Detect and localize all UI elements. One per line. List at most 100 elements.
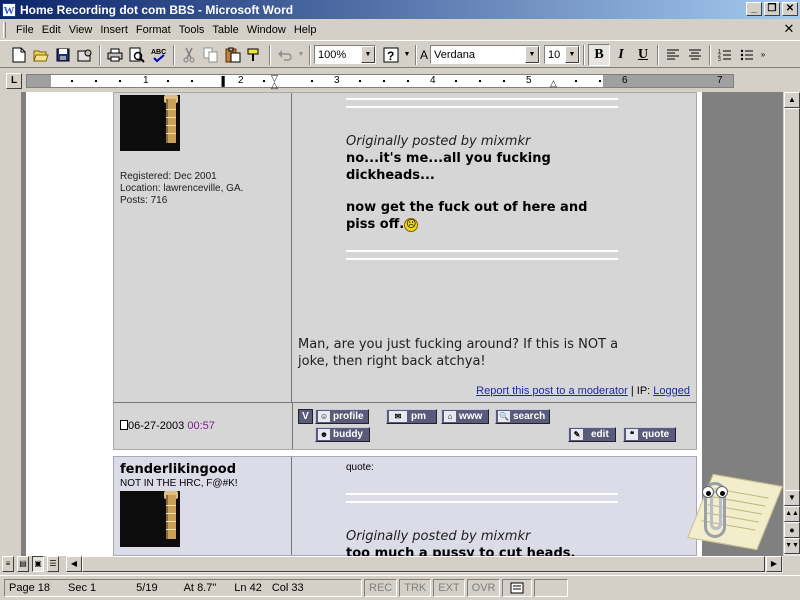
vertical-scrollbar[interactable]: ▲ ▼ ▲▲ ● ▼▼ bbox=[783, 92, 800, 556]
menu-tools[interactable]: Tools bbox=[175, 24, 209, 36]
vertical-ruler[interactable] bbox=[0, 92, 22, 556]
more-buttons-icon[interactable]: » bbox=[758, 44, 768, 66]
profile-icon: ☺ bbox=[318, 411, 330, 422]
print-preview-icon[interactable] bbox=[126, 44, 148, 66]
scroll-down-icon[interactable]: ▼ bbox=[784, 490, 800, 506]
menu-edit[interactable]: Edit bbox=[38, 24, 65, 36]
menu-grip[interactable] bbox=[3, 22, 6, 38]
numbering-icon[interactable]: 123 bbox=[714, 44, 736, 66]
scroll-thumb[interactable] bbox=[784, 108, 800, 498]
chevron-down-icon[interactable]: ▼ bbox=[361, 46, 375, 63]
zoom-select[interactable]: 100% ▼ bbox=[314, 45, 376, 64]
horizontal-ruler[interactable]: 1 2 3 4 5 6 7 ▽ △ △ ▐ bbox=[26, 74, 734, 90]
permission-icon[interactable] bbox=[74, 44, 96, 66]
menu-help[interactable]: Help bbox=[290, 24, 321, 36]
web-layout-icon[interactable]: ▤ bbox=[17, 556, 29, 572]
assistant-eye bbox=[716, 486, 728, 498]
menu-window[interactable]: Window bbox=[243, 24, 290, 36]
minimize-button[interactable]: _ bbox=[746, 2, 762, 16]
v-button[interactable]: V bbox=[298, 409, 313, 424]
word-icon[interactable]: W bbox=[2, 2, 16, 17]
status-bar: Page 18 Sec 1 5/19 At 8.7" Ln 42 Col 33 … bbox=[0, 575, 800, 600]
quote-button[interactable]: ❝ quote bbox=[623, 427, 677, 442]
close-document-button[interactable]: ✕ bbox=[782, 22, 796, 36]
toolbar-separator bbox=[415, 44, 417, 65]
page-label: Page bbox=[9, 582, 35, 594]
pm-button[interactable]: ✉ pm bbox=[386, 409, 437, 424]
close-button[interactable]: ✕ bbox=[782, 2, 798, 16]
save-icon[interactable] bbox=[52, 44, 74, 66]
menu-file[interactable]: File bbox=[12, 24, 38, 36]
horizontal-scrollbar[interactable]: ◀ ▶ bbox=[66, 556, 783, 573]
undo-dropdown-icon[interactable]: ▼ bbox=[296, 44, 306, 66]
edit-button[interactable]: ✎ edit bbox=[568, 427, 616, 442]
ext-indicator[interactable]: EXT bbox=[433, 579, 465, 597]
report-post-link[interactable]: Report this post to a moderator bbox=[476, 385, 628, 397]
tab-selector[interactable]: L bbox=[6, 73, 22, 89]
quote-icon: ❝ bbox=[626, 429, 638, 440]
paste-icon[interactable] bbox=[222, 44, 244, 66]
at-value: 8.7" bbox=[197, 582, 217, 594]
scroll-up-icon[interactable]: ▲ bbox=[784, 92, 800, 108]
quote-line: too much a pussy to cut heads, bbox=[346, 546, 576, 556]
scroll-left-icon[interactable]: ◀ bbox=[66, 556, 82, 572]
rec-indicator[interactable]: REC bbox=[364, 579, 398, 597]
restore-button[interactable]: ❐ bbox=[764, 2, 780, 16]
normal-view-icon[interactable]: ≡ bbox=[2, 556, 14, 572]
previous-page-icon[interactable]: ▲▲ bbox=[784, 506, 800, 522]
menu-view[interactable]: View bbox=[65, 24, 97, 36]
new-icon[interactable] bbox=[8, 44, 30, 66]
horizontal-scroll-thumb[interactable] bbox=[82, 556, 765, 572]
bold-button[interactable]: B bbox=[588, 43, 610, 66]
post-count: Posts: 716 bbox=[120, 195, 168, 206]
status-position[interactable]: Page 18 Sec 1 5/19 At 8.7" Ln 42 Col 33 bbox=[4, 579, 362, 597]
undo-icon[interactable] bbox=[274, 44, 296, 66]
ip-logged-link[interactable]: Logged bbox=[653, 385, 690, 397]
document-area[interactable]: Registered: Dec 2001 Location: lawrencev… bbox=[0, 92, 783, 556]
font-select[interactable]: Verdana ▼ bbox=[430, 45, 540, 64]
menu-insert[interactable]: Insert bbox=[96, 24, 132, 36]
help-dropdown-icon[interactable]: ▼ bbox=[402, 44, 412, 66]
buddy-icon: ☻ bbox=[318, 429, 330, 440]
chevron-down-icon[interactable]: ▼ bbox=[565, 46, 579, 63]
spelling-status-icon[interactable] bbox=[502, 579, 533, 597]
help-icon[interactable]: ? bbox=[380, 44, 402, 66]
post-author-column: fenderlikingood NOT IN THE HRC, F@#K! bbox=[114, 457, 292, 555]
open-icon[interactable] bbox=[30, 44, 52, 66]
format-painter-icon[interactable] bbox=[244, 44, 266, 66]
first-line-indent-marker[interactable]: ▽ △ bbox=[270, 74, 279, 90]
scroll-right-icon[interactable]: ▶ bbox=[766, 556, 782, 572]
bullets-icon[interactable] bbox=[736, 44, 758, 66]
copy-icon[interactable] bbox=[200, 44, 222, 66]
print-layout-icon[interactable]: ▣ bbox=[32, 556, 44, 572]
chevron-down-icon[interactable]: ▼ bbox=[525, 46, 539, 63]
browse-object-icon[interactable]: ● bbox=[784, 522, 800, 538]
ruler-tick bbox=[191, 80, 193, 82]
buddy-button[interactable]: ☻ buddy bbox=[315, 427, 370, 442]
horizontal-scroll-row: ≡ ▤ ▣ ☰ ◀ ▶ bbox=[0, 556, 800, 573]
trk-indicator[interactable]: TRK bbox=[399, 579, 432, 597]
cut-icon[interactable] bbox=[178, 44, 200, 66]
search-icon: 🔍 bbox=[498, 411, 510, 422]
office-assistant[interactable] bbox=[684, 460, 783, 554]
post-time: 00:57 bbox=[187, 420, 215, 432]
next-page-icon[interactable]: ▼▼ bbox=[784, 538, 800, 554]
ovr-indicator[interactable]: OVR bbox=[466, 579, 501, 597]
search-button[interactable]: 🔍 search bbox=[495, 409, 551, 424]
print-icon[interactable] bbox=[104, 44, 126, 66]
tab-stop-marker[interactable]: ▐ bbox=[217, 77, 226, 92]
spelling-icon[interactable]: ABC bbox=[148, 44, 170, 66]
ruler-tick bbox=[407, 80, 409, 82]
profile-button[interactable]: ☺ profile bbox=[315, 409, 369, 424]
italic-button[interactable]: I bbox=[610, 44, 632, 66]
align-left-icon[interactable] bbox=[662, 44, 684, 66]
font-size-select[interactable]: 10 ▼ bbox=[544, 45, 580, 64]
menu-format[interactable]: Format bbox=[132, 24, 175, 36]
outline-view-icon[interactable]: ☰ bbox=[47, 556, 59, 572]
menu-table[interactable]: Table bbox=[208, 24, 242, 36]
styles-icon[interactable]: A bbox=[420, 44, 428, 66]
www-button[interactable]: ⌂ www bbox=[441, 409, 490, 424]
underline-button[interactable]: U bbox=[632, 44, 654, 66]
edit-button-label: edit bbox=[591, 429, 609, 440]
center-icon[interactable] bbox=[684, 44, 706, 66]
